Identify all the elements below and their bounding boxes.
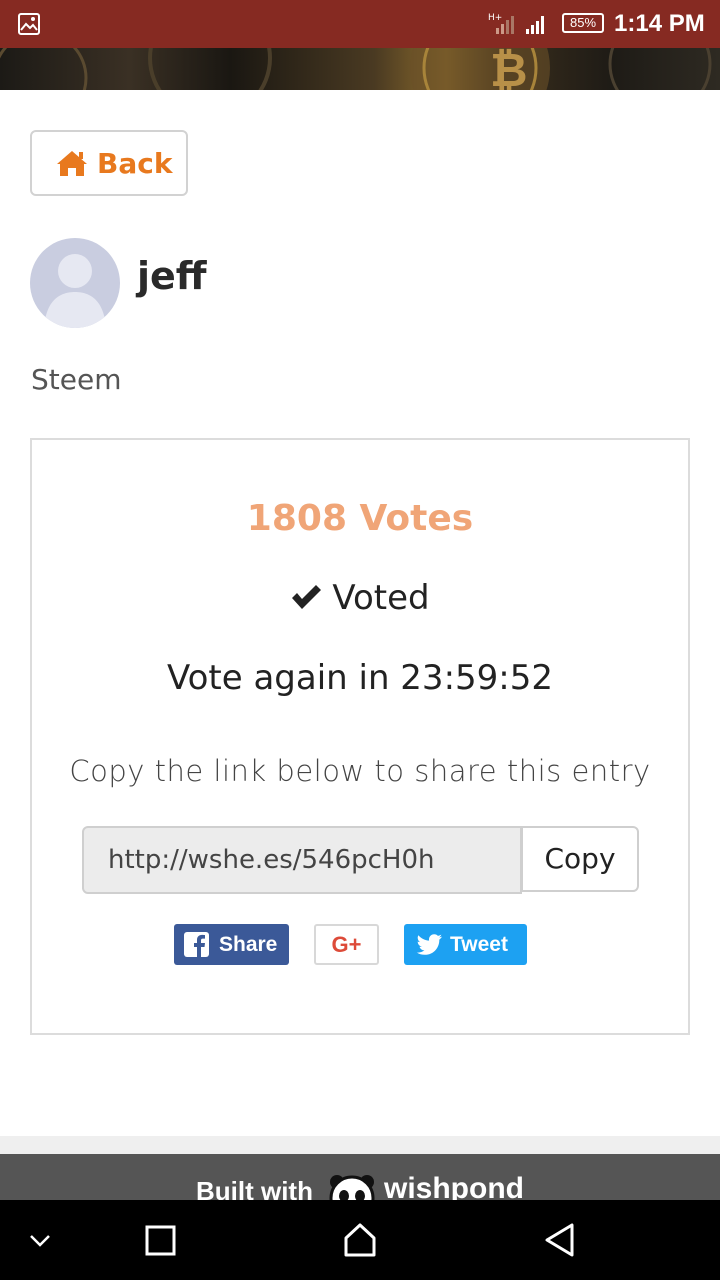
user-silhouette-icon xyxy=(44,254,106,328)
back-nav-icon[interactable] xyxy=(540,1220,580,1260)
copy-button[interactable]: Copy xyxy=(521,826,639,892)
check-icon xyxy=(292,585,322,609)
signal-strength-icon: H+ xyxy=(488,13,544,34)
wishpond-brand: wishpond xyxy=(384,1172,524,1200)
footer-divider xyxy=(0,1136,720,1154)
svg-text:₿: ₿ xyxy=(490,48,528,90)
android-navigation-bar xyxy=(0,1200,720,1280)
facebook-share-label: Share xyxy=(219,932,278,956)
username: jeff xyxy=(137,254,207,298)
coin-banner-image: ₿ xyxy=(0,48,712,90)
home-icon xyxy=(57,151,87,176)
back-button[interactable]: Back xyxy=(30,130,188,196)
home-nav-icon[interactable] xyxy=(340,1220,380,1260)
wishpond-panda-icon xyxy=(329,1175,375,1200)
google-plus-share-button[interactable]: G+ xyxy=(314,924,379,965)
twitter-bird-icon xyxy=(416,933,442,955)
share-instructions: Copy the link below to share this entry xyxy=(69,754,651,788)
status-bar: H+ 85% 1:14 PM xyxy=(0,0,720,48)
chevron-down-icon[interactable] xyxy=(20,1220,60,1260)
voted-label: Voted xyxy=(332,578,430,618)
voted-status: Voted xyxy=(32,578,688,618)
header-banner: ₿ xyxy=(0,48,720,90)
battery-indicator: 85% xyxy=(562,13,604,33)
facebook-share-button[interactable]: Share xyxy=(174,924,289,965)
avatar xyxy=(30,238,120,328)
svg-text:H+: H+ xyxy=(488,13,502,23)
twitter-tweet-button[interactable]: Tweet xyxy=(404,924,527,965)
status-time: 1:14 PM xyxy=(614,10,705,37)
built-with-footer[interactable]: Built with wishpond xyxy=(0,1154,720,1200)
twitter-tweet-label: Tweet xyxy=(450,932,508,956)
back-button-label: Back xyxy=(97,146,173,180)
vote-countdown: Vote again in 23:59:52 xyxy=(166,658,554,698)
gallery-notification-icon xyxy=(18,13,40,35)
built-with-label: Built with xyxy=(196,1176,313,1200)
share-link-field[interactable]: http://wshe.es/546pcH0h xyxy=(82,826,522,894)
google-plus-icon: G+ xyxy=(331,931,362,957)
vote-count: 1808 Votes xyxy=(246,498,474,539)
vote-card: 1808 Votes Voted Vote again in 23:59:52 … xyxy=(30,438,690,1035)
recent-apps-icon[interactable] xyxy=(140,1220,180,1260)
entry-category: Steem xyxy=(31,363,122,396)
facebook-icon xyxy=(184,932,209,957)
